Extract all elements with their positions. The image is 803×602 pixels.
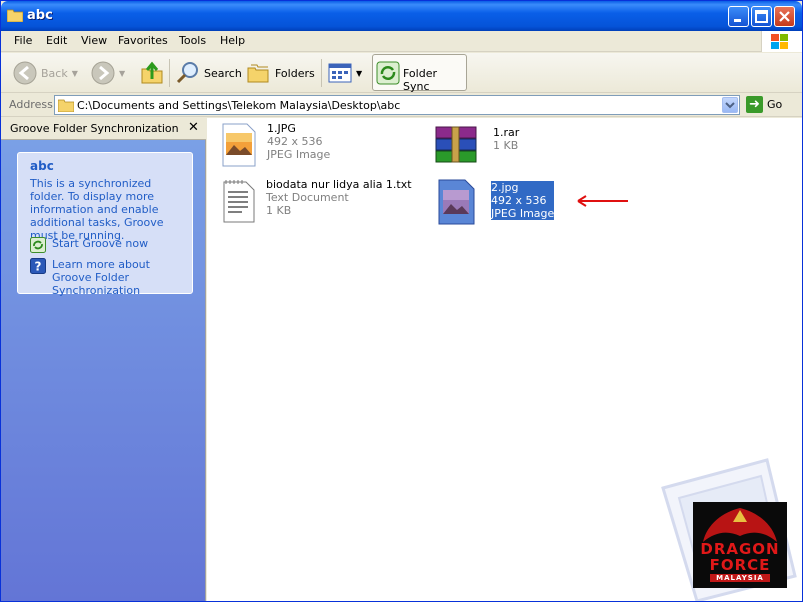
file-type: JPEG Image	[491, 207, 555, 220]
title-bar[interactable]: abc	[1, 1, 802, 31]
address-dropdown[interactable]	[722, 97, 738, 113]
file-meta: 1 KB	[493, 139, 519, 152]
folder-sync-icon	[376, 61, 400, 85]
logo-line-2: FORCE	[709, 556, 771, 574]
groove-box-title: abc	[30, 159, 54, 173]
text-document-icon	[223, 180, 255, 223]
menu-view[interactable]: View	[81, 34, 107, 47]
address-path: C:\Documents and Settings\Telekom Malays…	[77, 99, 401, 112]
address-label: Address	[9, 98, 53, 111]
maximize-icon	[755, 10, 768, 23]
learn-more-link[interactable]: ? Learn more about Groove Folder Synchro…	[30, 258, 182, 297]
groove-icon	[30, 237, 46, 253]
file-meta: 492 x 536	[491, 194, 547, 207]
groove-info-box: abc This is a synchronized folder. To di…	[17, 152, 193, 297]
dragon-force-logo: DRAGON FORCE MALAYSIA	[693, 502, 787, 588]
file-name: 2.jpg	[491, 181, 519, 194]
start-groove-link[interactable]: Start Groove now	[30, 237, 182, 253]
pane-close-button[interactable]: ✕	[188, 120, 199, 135]
menu-edit[interactable]: Edit	[46, 34, 67, 47]
task-pane: Groove Folder Synchronization ✕ abc This…	[1, 118, 206, 601]
go-arrow-icon: ➜	[746, 96, 763, 113]
maximize-button[interactable]	[751, 6, 772, 27]
menu-bar: File Edit View Favorites Tools Help	[1, 31, 802, 52]
windows-flag-icon	[771, 34, 788, 49]
window-title: abc	[27, 8, 53, 23]
file-list: 1.JPG 492 x 536 JPEG Image 1.rar 1 KB bi…	[207, 118, 802, 601]
red-arrow-annotation	[577, 195, 628, 207]
explorer-window: abc File Edit View Favorites Tools Help …	[0, 0, 803, 602]
chevron-down-icon: ▼	[356, 68, 363, 78]
close-button[interactable]	[774, 6, 795, 27]
file-meta: 492 x 536	[267, 135, 323, 148]
address-input[interactable]: C:\Documents and Settings\Telekom Malays…	[54, 95, 740, 115]
chevron-down-icon: ▼	[71, 68, 78, 78]
svg-text:?: ?	[35, 260, 42, 274]
help-icon: ?	[30, 258, 46, 274]
minimize-icon	[734, 19, 741, 22]
minimize-button[interactable]	[728, 6, 749, 27]
file-item-1rar[interactable]: 1.rar 1 KB	[435, 126, 519, 164]
menu-help[interactable]: Help	[220, 34, 245, 47]
file-item-biodata-txt[interactable]: biodata nur lidya alia 1.txt Text Docume…	[222, 178, 412, 224]
search-button[interactable]: Search	[176, 59, 242, 87]
file-name: 1.rar	[493, 126, 520, 139]
address-bar: Address C:\Documents and Settings\Teleko…	[1, 93, 802, 117]
groove-box-description: This is a synchronized folder. To displa…	[30, 177, 164, 242]
chevron-down-icon: ▼	[119, 68, 126, 78]
folders-icon	[247, 64, 269, 83]
forward-arrow-icon	[91, 61, 115, 85]
menu-favorites[interactable]: Favorites	[118, 34, 168, 47]
search-icon	[176, 62, 198, 84]
file-item-1jpg[interactable]: 1.JPG 492 x 536 JPEG Image	[221, 122, 330, 168]
jpeg-image-icon	[438, 179, 475, 225]
folders-button[interactable]: Folders	[247, 59, 315, 87]
folder-sync-button[interactable]: Folder Sync	[372, 54, 467, 93]
up-folder-icon	[141, 61, 163, 84]
file-name: biodata nur lidya alia 1.txt	[266, 178, 412, 191]
views-icon	[328, 63, 352, 83]
toolbar-separator	[169, 59, 170, 87]
file-name: 1.JPG	[267, 122, 296, 135]
menu-tools[interactable]: Tools	[179, 34, 206, 47]
back-button[interactable]: Back ▼	[13, 59, 78, 87]
folder-icon	[58, 99, 74, 112]
folder-icon	[7, 9, 23, 22]
go-button[interactable]: ➜ Go	[746, 96, 782, 113]
toolbar-separator	[321, 59, 322, 87]
windows-logo	[761, 31, 802, 52]
chevron-down-icon	[725, 102, 735, 109]
file-type: JPEG Image	[267, 148, 331, 161]
forward-button[interactable]: ▼	[91, 59, 125, 87]
toolbar: Back ▼ ▼ Search Folders ▼ Folder Sync	[1, 53, 802, 93]
file-meta: Text Document	[266, 191, 349, 204]
pane-header: Groove Folder Synchronization ✕	[1, 118, 206, 140]
close-icon	[779, 11, 790, 22]
logo-line-3: MALAYSIA	[710, 574, 770, 582]
file-item-2jpg-selected[interactable]: 2.jpg 492 x 536 JPEG Image	[437, 178, 555, 226]
menu-file[interactable]: File	[14, 34, 32, 47]
views-button[interactable]: ▼	[328, 59, 362, 87]
back-arrow-icon	[13, 61, 37, 85]
file-size: 1 KB	[266, 204, 292, 217]
pane-title: Groove Folder Synchronization	[10, 122, 179, 135]
jpeg-image-icon	[222, 123, 256, 167]
rar-archive-icon	[435, 126, 477, 163]
up-folder-button[interactable]	[141, 59, 163, 87]
